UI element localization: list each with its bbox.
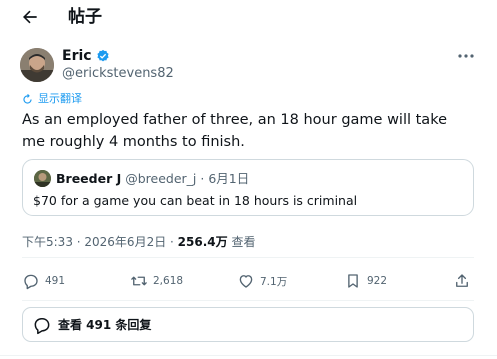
quote-text: $70 for a game you can beat in 18 hours …: [33, 193, 358, 208]
divider: [0, 355, 497, 356]
bookmark-count: 922: [367, 275, 388, 287]
repost-count: 2,618: [153, 275, 184, 287]
view-replies-label: 查看 491 条回复: [58, 318, 152, 332]
views-label: 查看: [227, 235, 256, 249]
reply-button[interactable]: 491: [22, 269, 65, 293]
quote-author-name: Breeder J: [56, 171, 122, 186]
action-bar: 491 2,618 7.1万 922: [22, 269, 474, 293]
views-count: 256.4万: [177, 235, 228, 249]
view-replies-button[interactable]: 查看 491 条回复: [22, 307, 474, 342]
quote-header: Breeder J @breeder_j · 6月1日: [56, 170, 249, 187]
author-name-row[interactable]: Eric: [62, 47, 110, 65]
quote-meta: @breeder_j · 6月1日: [125, 171, 250, 186]
translate-icon: [22, 93, 33, 105]
author-avatar[interactable]: [20, 48, 54, 82]
share-button[interactable]: [453, 269, 471, 293]
share-icon: [453, 272, 471, 290]
author-handle[interactable]: @erickstevens82: [62, 66, 174, 82]
post-timestamp: 下午5:33 · 2026年6月2日 · 256.4万 查看: [22, 234, 255, 250]
repost-button[interactable]: 2,618: [130, 269, 183, 293]
chat-bubble-icon: [32, 315, 52, 335]
page-title: 帖子: [68, 7, 102, 27]
author-name[interactable]: Eric: [62, 47, 92, 65]
show-translation-link[interactable]: 显示翻译: [22, 92, 82, 106]
divider: [22, 300, 474, 301]
translate-label: 显示翻译: [38, 92, 82, 105]
heart-icon: [237, 272, 255, 290]
more-options-icon[interactable]: [456, 48, 476, 64]
like-button[interactable]: 7.1万: [237, 269, 287, 293]
verified-badge-icon: [96, 49, 110, 63]
reply-icon: [22, 272, 40, 290]
timestamp-date[interactable]: 下午5:33 · 2026年6月2日 ·: [22, 235, 178, 249]
quote-author-avatar: [34, 170, 51, 187]
back-arrow-icon[interactable]: [20, 7, 40, 27]
divider: [22, 257, 474, 258]
post-text: As an employed father of three, an 18 ho…: [22, 112, 447, 150]
repost-icon: [130, 272, 148, 290]
reply-count: 491: [45, 275, 66, 287]
like-count: 7.1万: [260, 275, 288, 288]
bookmark-button[interactable]: 922: [344, 269, 387, 293]
bookmark-icon: [344, 272, 362, 290]
quoted-post[interactable]: Breeder J @breeder_j · 6月1日 $70 for a ga…: [22, 159, 474, 216]
